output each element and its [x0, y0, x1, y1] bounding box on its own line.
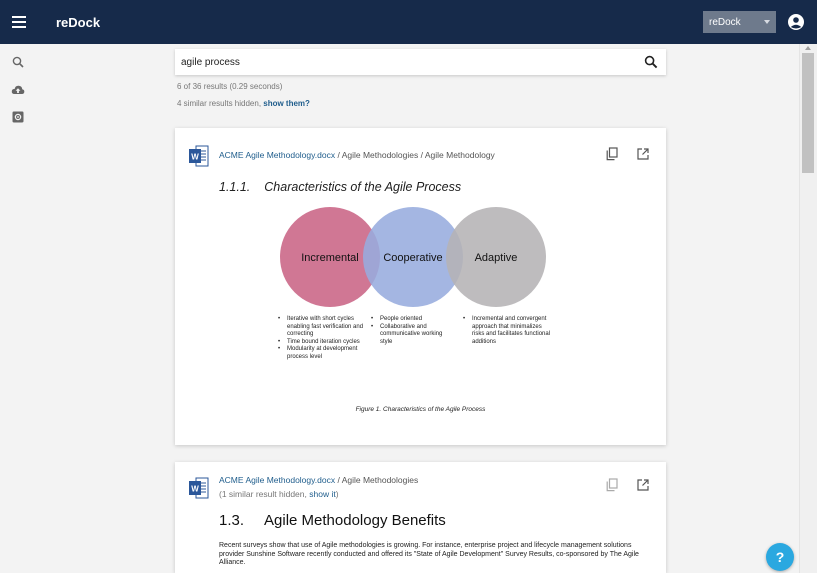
cooperative-bullets: People oriented Collaborative and commun… [371, 316, 453, 346]
search-icon [644, 55, 658, 69]
label-cooperative: Cooperative [383, 252, 442, 264]
bullet-item: Collaborative and communicative working … [371, 324, 453, 347]
hidden-results-text: 4 similar results hidden, [177, 99, 264, 108]
settings-icon [12, 111, 24, 123]
open-external-button[interactable] [636, 147, 650, 161]
show-them-link[interactable]: show them? [263, 99, 310, 108]
scrollbar[interactable] [799, 44, 817, 573]
show-it-link[interactable]: show it [309, 489, 335, 499]
bullet-item: Time bound iteration cycles [278, 339, 370, 347]
scroll-up-arrow-icon[interactable] [805, 46, 811, 50]
search-button[interactable] [644, 55, 658, 69]
hidden-results-note: 4 similar results hidden, show them? [177, 99, 310, 108]
chevron-down-icon [764, 20, 770, 24]
figure-caption: Figure 1. Characteristics of the Agile P… [355, 406, 486, 413]
copy-button[interactable] [606, 478, 620, 492]
word-file-icon: W [189, 145, 209, 167]
rail-upload-button[interactable] [11, 83, 25, 97]
svg-text:W: W [191, 485, 199, 494]
copy-button[interactable] [606, 147, 620, 161]
result-card: W ACME Agile Methodology.docx / Agile Me… [175, 462, 666, 573]
result-path: ACME Agile Methodology.docx / Agile Meth… [219, 150, 495, 160]
svg-text:W: W [191, 153, 199, 162]
search-input[interactable] [181, 52, 621, 72]
result-breadcrumb: / Agile Methodologies [335, 475, 419, 485]
search-bar [175, 49, 666, 75]
heading-number: 1.3. [219, 512, 245, 529]
workspace-select[interactable]: reDock [703, 11, 776, 33]
similar-results-close: ) [335, 489, 339, 499]
bullet-item: Incremental and convergent approach that… [463, 316, 551, 346]
open-external-icon [637, 479, 649, 491]
rail-settings-button[interactable] [11, 110, 25, 124]
result-path: ACME Agile Methodology.docx / Agile Meth… [219, 475, 418, 485]
word-file-icon: W [189, 477, 209, 499]
result-file-link[interactable]: ACME Agile Methodology.docx [219, 475, 335, 485]
copy-icon [606, 147, 618, 161]
section-text: Recent surveys show that use of Agile me… [219, 542, 639, 566]
adaptive-bullets: Incremental and convergent approach that… [463, 316, 551, 346]
rail-search-button[interactable] [11, 55, 25, 69]
top-app-bar: reDock reDock [0, 0, 817, 44]
result-breadcrumb: / Agile Methodologies / Agile Methodolog… [335, 150, 495, 160]
help-button[interactable]: ? [766, 543, 794, 571]
similar-results-text: (1 similar result hidden, [219, 489, 310, 499]
bullet-item: People oriented [371, 316, 453, 324]
open-external-button[interactable] [636, 478, 650, 492]
result-count: 6 of 36 results (0.29 seconds) [177, 82, 283, 91]
bullet-item: Iterative with short cycles enabling fas… [278, 316, 370, 339]
menu-button[interactable] [8, 11, 30, 33]
heading-number: 1.1.1. [219, 180, 251, 194]
app-title: reDock [56, 14, 101, 30]
menu-icon [12, 16, 26, 28]
result-card: W ACME Agile Methodology.docx / Agile Me… [175, 128, 666, 445]
bullet-item: Modularity at development process level [278, 346, 370, 361]
open-external-icon [637, 148, 649, 160]
section-heading: 1.3. Agile Methodology Benefits [219, 512, 446, 529]
label-incremental: Incremental [301, 252, 358, 264]
scrollbar-thumb[interactable] [802, 53, 814, 173]
account-icon [788, 14, 804, 30]
workspace-select-value: reDock [709, 16, 741, 28]
similar-results-note: (1 similar result hidden, show it) [219, 489, 339, 499]
left-rail [0, 44, 36, 573]
result-file-link[interactable]: ACME Agile Methodology.docx [219, 150, 335, 160]
incremental-bullets: Iterative with short cycles enabling fas… [278, 316, 370, 361]
heading-text: Agile Methodology Benefits [264, 512, 446, 529]
document-heading: 1.1.1. Characteristics of the Agile Proce… [219, 180, 461, 194]
copy-icon [606, 478, 618, 492]
heading-text: Characteristics of the Agile Process [264, 180, 462, 194]
account-button[interactable] [787, 13, 805, 31]
label-adaptive: Adaptive [475, 252, 518, 264]
venn-diagram: Incremental Cooperative Adaptive [280, 207, 546, 307]
search-icon [12, 56, 24, 68]
cloud-upload-icon [11, 85, 25, 94]
